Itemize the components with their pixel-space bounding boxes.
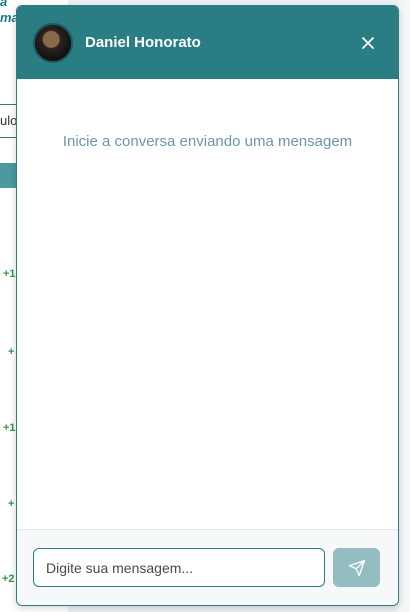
send-button[interactable] [333,548,380,587]
background-number: +2 [2,573,15,585]
background-italic-text: a [0,0,8,9]
send-icon [348,559,365,576]
close-button[interactable] [356,31,380,55]
background-number: + [8,346,15,358]
contact-avatar [33,22,73,63]
message-area[interactable]: Inicie a conversa enviando uma mensagem [17,79,398,530]
background-number: + [8,498,15,510]
close-icon [362,36,374,49]
chat-window: Daniel Honorato Inicie a conversa envian… [16,5,399,606]
background-tab-label: ulo [0,113,18,128]
empty-conversation-message: Inicie a conversa enviando uma mensagem [62,133,353,150]
message-input[interactable] [33,548,325,587]
contact-name: Daniel Honorato [85,34,201,51]
chat-header: Daniel Honorato [17,6,398,79]
background-number: +1 [3,268,16,280]
background-number: +1 [3,422,16,434]
message-composer [17,529,398,605]
background-right-edge [398,0,410,612]
